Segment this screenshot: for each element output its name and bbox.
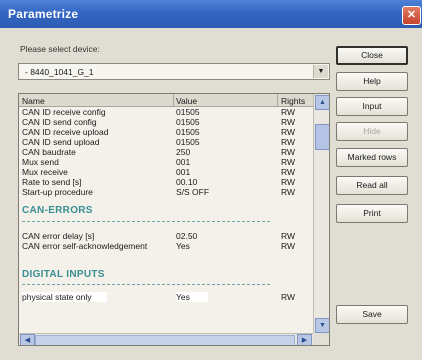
vertical-scrollbar[interactable]: ▲ ▼	[313, 94, 329, 333]
help-button[interactable]: Help	[336, 72, 408, 91]
list-row[interactable]: Start-up procedure S/S OFF RW	[19, 187, 313, 197]
row-name: CAN error delay [s]	[22, 231, 95, 241]
row-rights: RW	[281, 167, 296, 177]
row-name: CAN ID send config	[22, 117, 97, 127]
close-button[interactable]: Close	[336, 46, 408, 65]
row-name: Mux send	[22, 157, 59, 167]
row-name: CAN ID receive config	[22, 107, 106, 117]
row-rights: RW	[281, 137, 296, 147]
row-name: Start-up procedure	[22, 187, 93, 197]
parameter-list[interactable]: Name Value Rights CAN ID receive config …	[18, 93, 330, 346]
marked-rows-button[interactable]: Marked rows	[336, 148, 408, 167]
list-row[interactable]: physical state only Yes RW	[19, 292, 313, 302]
dropdown-arrow-icon[interactable]: ▼	[313, 65, 328, 78]
row-name: Rate to send [s]	[22, 177, 82, 187]
row-rights: RW	[281, 292, 296, 302]
row-name: CAN ID send upload	[22, 137, 100, 147]
row-value: 250	[176, 147, 191, 157]
list-row[interactable]: CAN error delay [s] 02.50 RW	[19, 231, 313, 241]
section-heading-digital-inputs: DIGITAL INPUTS	[22, 269, 105, 280]
scroll-down-icon[interactable]: ▼	[315, 318, 329, 333]
row-rights: RW	[281, 117, 296, 127]
row-rights: RW	[281, 107, 296, 117]
scrollbar-corner	[313, 333, 329, 345]
hide-button[interactable]: Hide	[336, 122, 408, 141]
device-selected-value: - 8440_1041_G_1	[25, 67, 94, 77]
list-row[interactable]: CAN error self-acknowledgement Yes RW	[19, 241, 313, 251]
row-rights: RW	[281, 147, 296, 157]
row-name: CAN ID receive upload	[22, 127, 109, 137]
row-rights: RW	[281, 231, 296, 241]
row-name: CAN error self-acknowledgement	[22, 241, 148, 251]
list-row[interactable]: CAN ID send config 01505 RW	[19, 117, 313, 127]
vertical-scroll-thumb[interactable]	[315, 124, 329, 150]
section-heading-can-errors: CAN-ERRORS	[22, 205, 93, 216]
column-header-value[interactable]: Value	[176, 96, 197, 106]
scroll-right-icon[interactable]: ▶	[297, 334, 312, 345]
row-value: S/S OFF	[176, 187, 210, 197]
row-value: 02.50	[176, 231, 198, 241]
horizontal-scrollbar[interactable]: ◀ ▶	[19, 333, 313, 345]
save-button[interactable]: Save	[336, 305, 408, 324]
row-rights: RW	[281, 157, 296, 167]
horizontal-scroll-thumb[interactable]	[35, 335, 295, 345]
parametrize-window: Parametrize ✕ Please select device: - 84…	[0, 0, 422, 360]
row-value: 001	[176, 167, 191, 177]
row-value: 01505	[176, 107, 200, 117]
row-value: 00.10	[176, 177, 198, 187]
section-divider	[22, 284, 270, 285]
section-divider	[22, 221, 270, 222]
list-header: Name Value Rights	[19, 94, 313, 107]
list-row[interactable]: CAN ID receive config 01505 RW	[19, 107, 313, 117]
row-rights: RW	[281, 187, 296, 197]
list-row[interactable]: CAN ID receive upload 01505 RW	[19, 127, 313, 137]
select-device-label: Please select device:	[20, 44, 100, 54]
column-divider[interactable]	[277, 94, 278, 106]
row-value: 01505	[176, 137, 200, 147]
column-divider[interactable]	[173, 94, 174, 106]
row-value: Yes	[176, 241, 190, 251]
input-button[interactable]: Input	[336, 97, 408, 116]
row-name: physical state only	[22, 292, 108, 302]
scroll-left-icon[interactable]: ◀	[20, 334, 35, 345]
row-name: Mux receive	[22, 167, 68, 177]
list-row[interactable]: Mux send 001 RW	[19, 157, 313, 167]
column-header-name[interactable]: Name	[22, 96, 45, 106]
row-rights: RW	[281, 127, 296, 137]
window-title: Parametrize	[8, 7, 79, 21]
close-window-button[interactable]: ✕	[402, 6, 421, 25]
list-row[interactable]: Mux receive 001 RW	[19, 167, 313, 177]
device-dropdown[interactable]: - 8440_1041_G_1 ▼	[18, 63, 330, 80]
row-value: 001	[176, 157, 191, 167]
print-button[interactable]: Print	[336, 204, 408, 223]
list-row[interactable]: CAN baudrate 250 RW	[19, 147, 313, 157]
list-row[interactable]: Rate to send [s] 00.10 RW	[19, 177, 313, 187]
list-row[interactable]: CAN ID send upload 01505 RW	[19, 137, 313, 147]
row-value: 01505	[176, 117, 200, 127]
row-value[interactable]: Yes	[176, 292, 208, 302]
scroll-up-icon[interactable]: ▲	[315, 95, 329, 110]
read-all-button[interactable]: Read all	[336, 176, 408, 195]
title-bar[interactable]: Parametrize ✕	[0, 0, 422, 28]
row-name: CAN baudrate	[22, 147, 76, 157]
row-value: 01505	[176, 127, 200, 137]
row-rights: RW	[281, 241, 296, 251]
column-header-rights[interactable]: Rights	[281, 96, 305, 106]
row-rights: RW	[281, 177, 296, 187]
